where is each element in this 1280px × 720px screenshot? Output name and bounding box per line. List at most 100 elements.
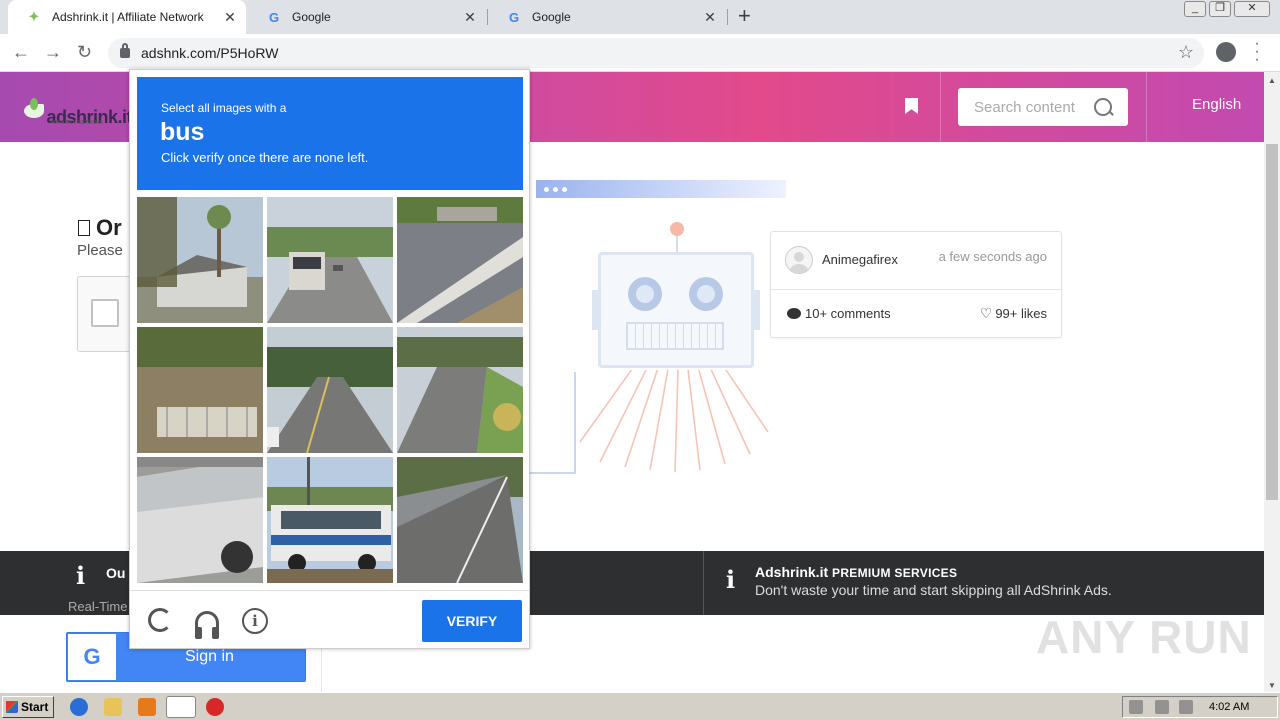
- header-divider: [940, 72, 941, 142]
- image-grid: [137, 197, 523, 583]
- audio-challenge-icon[interactable]: [195, 611, 219, 639]
- network-icon[interactable]: [1155, 700, 1169, 714]
- google-favicon-icon: G: [508, 9, 520, 25]
- tab-title: Adshrink.it | Affiliate Network: [52, 10, 204, 24]
- banner-left-title: Ou: [106, 565, 126, 581]
- help-info-icon[interactable]: i: [242, 608, 268, 634]
- reload-icon[interactable]: ↻: [77, 42, 92, 62]
- folder-icon[interactable]: [104, 698, 122, 716]
- recaptcha-challenge: Select all images with a bus Click verif…: [129, 69, 530, 649]
- restore-window-icon[interactable]: ❐: [1209, 1, 1231, 17]
- profile-avatar-icon[interactable]: [1216, 42, 1236, 62]
- scrollbar-thumb[interactable]: [1266, 144, 1278, 500]
- close-tab-icon[interactable]: ✕: [220, 9, 240, 26]
- system-tray: 4:02 AM: [1122, 696, 1278, 718]
- forward-icon[interactable]: →: [44, 42, 62, 62]
- site-logo[interactable]: adshrink.it AFFILIATE NETWORK: [22, 88, 132, 128]
- language-selector[interactable]: English: [1192, 96, 1241, 113]
- new-tab-icon[interactable]: +: [738, 5, 751, 27]
- window-dot: [562, 187, 567, 192]
- reload-challenge-icon[interactable]: [148, 608, 172, 632]
- comment-icon: [787, 308, 801, 319]
- captcha-tile-6[interactable]: [397, 327, 523, 453]
- adshrink-favicon-icon: ✦: [28, 9, 40, 24]
- search-input[interactable]: Search content: [958, 88, 1128, 126]
- tab-separator: [727, 9, 728, 25]
- tab-title: Google: [532, 10, 571, 24]
- info-icon: i: [726, 565, 736, 594]
- lock-icon: [120, 43, 130, 58]
- tab-strip: ✦ Adshrink.it | Affiliate Network ✕ G Go…: [0, 0, 1280, 34]
- back-icon[interactable]: ←: [12, 42, 30, 62]
- recaptcha-widget: [77, 276, 137, 352]
- browser-illustration-bar: [536, 180, 786, 198]
- stop-icon[interactable]: [206, 698, 224, 716]
- google-favicon-icon: G: [268, 9, 280, 25]
- signin-label: Sign in: [185, 648, 234, 665]
- bird-logo-icon: [22, 98, 45, 128]
- captcha-tile-5[interactable]: [267, 327, 393, 453]
- logo-subtext: AFFILIATE NETWORK: [52, 120, 104, 126]
- info-icon: i: [76, 561, 86, 590]
- premium-title: Adshrink.it PREMIUM SERVICES: [755, 564, 958, 580]
- captcha-tile-8[interactable]: [267, 457, 393, 583]
- page-subtitle: Please: [77, 242, 123, 259]
- tab-adshrink[interactable]: ✦ Adshrink.it | Affiliate Network ✕: [8, 0, 246, 34]
- close-tab-icon[interactable]: ✕: [460, 9, 480, 26]
- bookmark-star-icon[interactable]: ☆: [1178, 42, 1194, 63]
- captcha-tile-3[interactable]: [397, 197, 523, 323]
- robot-mouth: [626, 322, 724, 350]
- ie-icon[interactable]: [70, 698, 88, 716]
- close-window-icon[interactable]: ✕: [1234, 1, 1270, 17]
- search-icon[interactable]: [1094, 98, 1112, 116]
- close-tab-icon[interactable]: ✕: [700, 9, 720, 26]
- banner-left-sub: Real-Time: [68, 599, 128, 614]
- window-dot: [553, 187, 558, 192]
- instruction-target: bus: [160, 118, 205, 146]
- banner-divider: [703, 551, 704, 615]
- recaptcha-checkbox[interactable]: [91, 299, 119, 327]
- square-icon: [78, 220, 90, 236]
- chrome-taskbar-icon[interactable]: [166, 696, 196, 718]
- illustration-frame: [530, 372, 576, 474]
- robot-head-icon: [598, 252, 754, 368]
- captcha-tile-7[interactable]: [137, 457, 263, 583]
- address-bar[interactable]: adshnk.com/P5HoRW ☆: [108, 38, 1204, 68]
- search-placeholder: Search content: [974, 99, 1075, 116]
- verify-button[interactable]: VERIFY: [422, 600, 522, 642]
- challenge-header: Select all images with a bus Click verif…: [137, 77, 523, 190]
- bookmark-icon[interactable]: [905, 98, 918, 114]
- minimize-window-icon[interactable]: _: [1184, 1, 1206, 17]
- instruction-line1: Select all images with a: [161, 101, 287, 115]
- likes-count[interactable]: ♡ 99+ likes: [980, 305, 1047, 322]
- captcha-tile-9[interactable]: [397, 457, 523, 583]
- captcha-tile-4[interactable]: [137, 327, 263, 453]
- tab-google-2[interactable]: G Google ✕: [488, 0, 726, 34]
- scroll-down-icon[interactable]: ▼: [1268, 681, 1276, 690]
- media-player-icon[interactable]: [138, 698, 156, 716]
- anyrun-watermark: ANY RUN: [1036, 611, 1252, 663]
- comments-count[interactable]: 10+ comments: [787, 306, 891, 321]
- window-dot: [544, 187, 549, 192]
- username[interactable]: Animegafirex: [822, 252, 898, 267]
- instruction-line3: Click verify once there are none left.: [161, 150, 369, 165]
- volume-icon[interactable]: [1129, 700, 1143, 714]
- captcha-tile-1[interactable]: [137, 197, 263, 323]
- menu-dots-icon[interactable]: · · ·: [1254, 36, 1260, 68]
- page-title: Or: [78, 215, 122, 241]
- robot-eye: [628, 277, 662, 311]
- flag-icon[interactable]: [1179, 700, 1193, 714]
- clock: 4:02 AM: [1209, 701, 1250, 713]
- scroll-up-icon[interactable]: ▲: [1268, 76, 1276, 85]
- start-button[interactable]: Start: [2, 696, 54, 718]
- header-divider: [1146, 72, 1147, 142]
- tab-google-1[interactable]: G Google ✕: [248, 0, 486, 34]
- url-text: adshnk.com/P5HoRW: [141, 45, 279, 61]
- windows-taskbar: Start 4:02 AM: [0, 692, 1280, 720]
- premium-subtitle: Don't waste your time and start skipping…: [755, 582, 1112, 598]
- robot-antenna-ball: [670, 222, 684, 236]
- page-scrollbar[interactable]: ▲ ▼: [1264, 72, 1280, 692]
- captcha-tile-2[interactable]: [267, 197, 393, 323]
- heart-icon: ♡: [979, 305, 993, 321]
- browser-toolbar: ← → ↻ adshnk.com/P5HoRW ☆ · · ·: [0, 34, 1280, 72]
